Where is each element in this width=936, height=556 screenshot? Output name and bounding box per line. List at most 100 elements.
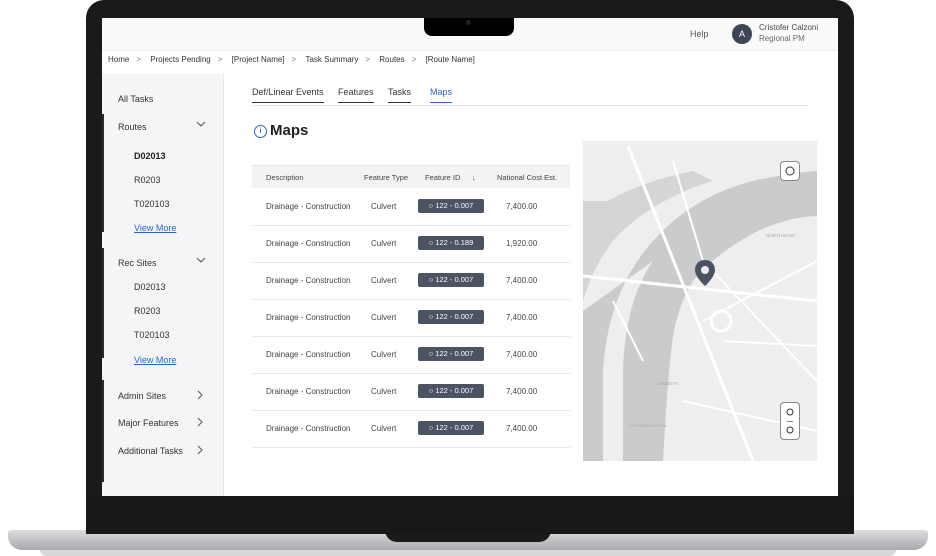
locate-icon bbox=[785, 166, 795, 176]
cell-feature-type: Culvert bbox=[371, 239, 397, 248]
sidebar-rec-item[interactable]: D02013 bbox=[134, 282, 166, 292]
chevron-right-icon[interactable] bbox=[196, 445, 204, 457]
column-header-feature-type[interactable]: Feature Type bbox=[364, 173, 408, 182]
column-header-description[interactable]: Description bbox=[266, 173, 304, 182]
feature-id-badge[interactable]: ○ 122 - 0.007 bbox=[418, 310, 484, 324]
locate-button[interactable] bbox=[780, 161, 800, 181]
sidebar-route-item[interactable]: R0203 bbox=[134, 175, 161, 185]
tab-def-linear-events[interactable]: Def/Linear Events bbox=[252, 87, 324, 103]
tab-maps[interactable]: Maps bbox=[430, 87, 453, 103]
table-row[interactable]: Drainage - Construction Culvert ○ 122 - … bbox=[252, 410, 570, 448]
sidebar-section-indicator bbox=[102, 114, 104, 232]
feature-id-text: ○ 122 - 0.007 bbox=[428, 312, 474, 321]
breadcrumb-separator: > bbox=[136, 55, 142, 64]
chevron-down-icon[interactable] bbox=[196, 120, 206, 130]
map-label-lambeth: LAMBETH bbox=[657, 381, 678, 386]
table-row[interactable]: Drainage - Construction Culvert ○ 122 - … bbox=[252, 188, 570, 226]
info-icon[interactable]: i bbox=[254, 125, 267, 138]
cell-description: Drainage - Construction bbox=[266, 387, 351, 396]
feature-id-text: ○ 122 - 0.007 bbox=[428, 275, 474, 284]
chevron-right-icon[interactable] bbox=[196, 417, 204, 429]
table-row[interactable]: Drainage - Construction Culvert ○ 122 - … bbox=[252, 225, 570, 263]
breadcrumb-home[interactable]: Home bbox=[108, 55, 129, 64]
cell-cost: 7,400.00 bbox=[506, 202, 538, 211]
feature-id-badge[interactable]: ○ 122 - 0.007 bbox=[418, 384, 484, 398]
sidebar-rec-item[interactable]: T020103 bbox=[134, 330, 170, 340]
feature-id-text: ○ 122 - 0.189 bbox=[428, 238, 474, 247]
sidebar: All Tasks Routes D02013 R0203 T020103 Vi… bbox=[102, 74, 224, 496]
table-row[interactable]: Drainage - Construction Culvert ○ 122 - … bbox=[252, 373, 570, 411]
map-view[interactable]: NORTH BANK LAMBETH ST THOMAS HOSPITAL bbox=[583, 141, 817, 461]
breadcrumb-projects-pending[interactable]: Projects Pending bbox=[150, 55, 210, 64]
map-pin-icon[interactable] bbox=[694, 259, 716, 287]
feature-id-badge[interactable]: ○ 122 - 0.007 bbox=[418, 273, 484, 287]
screen-bezel-bottom bbox=[86, 496, 854, 534]
sidebar-route-item[interactable]: T020103 bbox=[134, 199, 170, 209]
cell-description: Drainage - Construction bbox=[266, 239, 351, 248]
breadcrumb-separator: > bbox=[411, 55, 417, 64]
sidebar-group-admin-sites[interactable]: Admin Sites bbox=[118, 391, 166, 401]
sidebar-section-indicator bbox=[102, 248, 104, 358]
feature-id-text: ○ 122 - 0.007 bbox=[428, 201, 474, 210]
cell-description: Drainage - Construction bbox=[266, 276, 351, 285]
sidebar-group-rec-sites[interactable]: Rec Sites bbox=[118, 258, 157, 268]
rec-sites-view-more-link[interactable]: View More bbox=[134, 355, 176, 365]
table-header: Description Feature Type Feature ID ↓ Na… bbox=[252, 165, 570, 188]
table-row[interactable]: Drainage - Construction Culvert ○ 122 - … bbox=[252, 262, 570, 300]
column-header-feature-id[interactable]: Feature ID bbox=[425, 173, 460, 182]
sort-down-icon[interactable]: ↓ bbox=[472, 173, 476, 182]
cell-feature-type: Culvert bbox=[371, 424, 397, 433]
table-row[interactable]: Drainage - Construction Culvert ○ 122 - … bbox=[252, 299, 570, 337]
cell-description: Drainage - Construction bbox=[266, 313, 351, 322]
map-label-north-bank: NORTH BANK bbox=[766, 233, 795, 238]
feature-id-badge[interactable]: ○ 122 - 0.189 bbox=[418, 236, 484, 250]
feature-id-text: ○ 122 - 0.007 bbox=[428, 349, 474, 358]
camera-notch bbox=[424, 18, 514, 36]
zoom-controls bbox=[780, 402, 800, 440]
breadcrumb-routes[interactable]: Routes bbox=[379, 55, 404, 64]
page-title: Maps bbox=[270, 122, 309, 139]
sidebar-route-item[interactable]: D02013 bbox=[134, 151, 166, 161]
table-row[interactable]: Drainage - Construction Culvert ○ 122 - … bbox=[252, 336, 570, 374]
breadcrumb-separator: > bbox=[291, 55, 297, 64]
app-screen: Help A Cristofer Calzoni Regional PM Hom… bbox=[102, 18, 838, 496]
laptop-base-shadow bbox=[40, 550, 896, 556]
cell-description: Drainage - Construction bbox=[266, 202, 351, 211]
sidebar-group-routes[interactable]: Routes bbox=[118, 122, 147, 132]
cell-description: Drainage - Construction bbox=[266, 350, 351, 359]
sidebar-group-major-features[interactable]: Major Features bbox=[118, 418, 179, 428]
breadcrumb-separator: > bbox=[365, 55, 371, 64]
feature-id-badge[interactable]: ○ 122 - 0.007 bbox=[418, 421, 484, 435]
cell-feature-type: Culvert bbox=[371, 202, 397, 211]
avatar[interactable]: A bbox=[732, 24, 752, 44]
zoom-in-icon[interactable] bbox=[781, 403, 799, 421]
cell-cost: 7,400.00 bbox=[506, 387, 538, 396]
user-role: Regional PM bbox=[759, 34, 805, 43]
chevron-down-icon[interactable] bbox=[196, 256, 206, 266]
tab-tasks[interactable]: Tasks bbox=[388, 87, 412, 103]
breadcrumb-separator: > bbox=[217, 55, 223, 64]
routes-view-more-link[interactable]: View More bbox=[134, 223, 176, 233]
feature-id-text: ○ 122 - 0.007 bbox=[428, 423, 474, 432]
sidebar-item-all-tasks[interactable]: All Tasks bbox=[118, 94, 153, 104]
cell-feature-type: Culvert bbox=[371, 387, 397, 396]
chevron-right-icon[interactable] bbox=[196, 390, 204, 402]
sidebar-group-additional-tasks[interactable]: Additional Tasks bbox=[118, 446, 183, 456]
cell-feature-type: Culvert bbox=[371, 276, 397, 285]
tab-features[interactable]: Features bbox=[338, 87, 374, 103]
zoom-out-icon[interactable] bbox=[781, 421, 799, 439]
help-link[interactable]: Help bbox=[690, 29, 709, 39]
feature-id-text: ○ 122 - 0.007 bbox=[428, 386, 474, 395]
map-label-hospital: ST THOMAS HOSPITAL bbox=[629, 424, 667, 428]
feature-id-badge[interactable]: ○ 122 - 0.007 bbox=[418, 199, 484, 213]
sidebar-rec-item[interactable]: R0203 bbox=[134, 306, 161, 316]
user-name: Cristofer Calzoni bbox=[759, 23, 819, 32]
cell-cost: 7,400.00 bbox=[506, 424, 538, 433]
breadcrumb-task-summary[interactable]: Task Summary bbox=[305, 55, 358, 64]
column-header-national-cost[interactable]: National Cost Est. bbox=[497, 173, 557, 182]
cell-cost: 7,400.00 bbox=[506, 350, 538, 359]
cell-feature-type: Culvert bbox=[371, 350, 397, 359]
cell-description: Drainage - Construction bbox=[266, 424, 351, 433]
breadcrumb-project-name[interactable]: [Project Name] bbox=[232, 55, 285, 64]
feature-id-badge[interactable]: ○ 122 - 0.007 bbox=[418, 347, 484, 361]
